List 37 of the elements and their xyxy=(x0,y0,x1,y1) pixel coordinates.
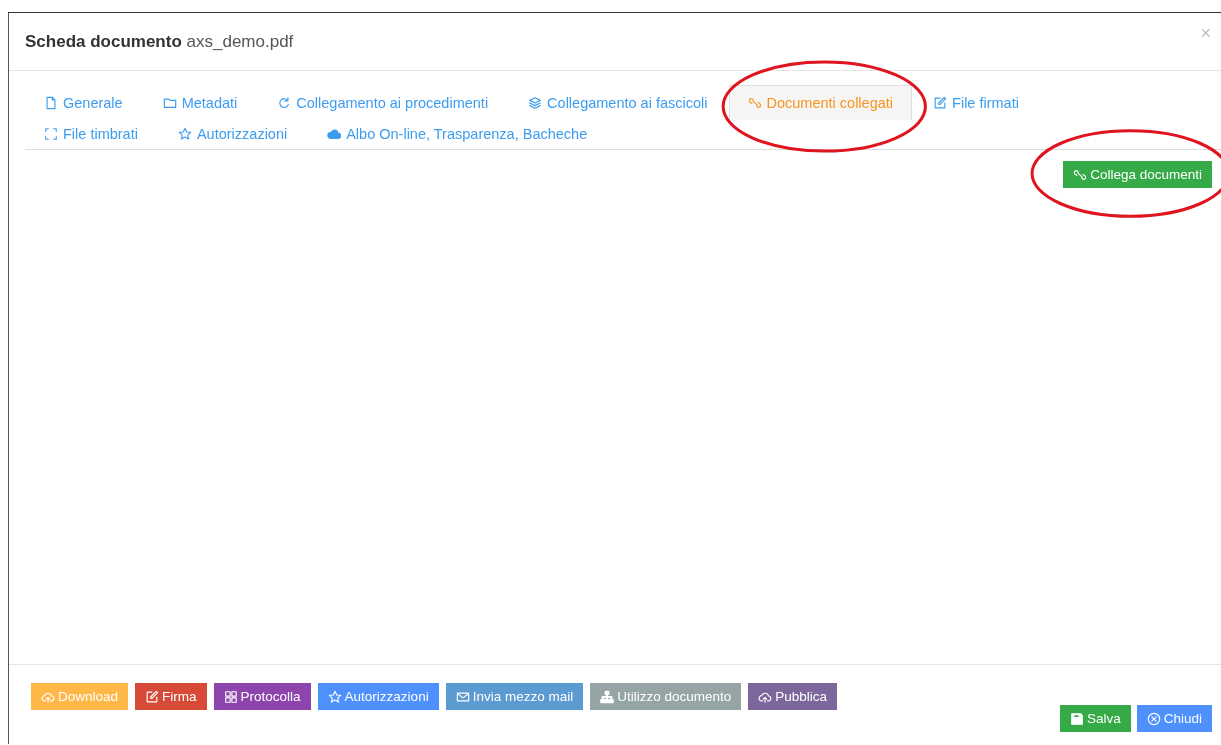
footer-button[interactable]: Protocolla xyxy=(213,683,311,710)
footer-button[interactable]: Pubblica xyxy=(748,683,838,710)
tab[interactable]: File timbrati xyxy=(25,120,157,149)
footer-button[interactable]: Autorizzazioni xyxy=(317,683,439,710)
link-documents-button[interactable]: Collega documenti xyxy=(1063,161,1212,188)
folder-icon xyxy=(162,96,177,110)
close-icon xyxy=(1146,711,1161,726)
tab[interactable]: Collegamento ai fascicoli xyxy=(509,85,727,120)
edit-icon xyxy=(933,96,948,110)
dialog-title: Scheda documento axs_demo.pdf xyxy=(25,31,294,52)
envelope-icon xyxy=(455,689,470,704)
save-button[interactable]: Salva xyxy=(1059,705,1131,732)
file-icon xyxy=(44,96,58,110)
tab[interactable]: Albo On-line, Trasparenza, Bacheche xyxy=(308,120,607,149)
cloud-icon xyxy=(327,127,342,141)
tab[interactable]: Documenti collegati xyxy=(728,85,913,120)
layers-icon xyxy=(528,96,543,110)
footer-button[interactable]: Firma xyxy=(135,683,207,710)
edit-icon xyxy=(145,689,160,704)
close-button[interactable]: × xyxy=(1200,23,1211,44)
tab[interactable]: Collegamento ai procedimenti xyxy=(258,85,508,120)
tab[interactable]: Autorizzazioni xyxy=(158,120,307,149)
frame-icon xyxy=(44,127,58,141)
tab[interactable]: File firmati xyxy=(914,85,1038,120)
footer-button[interactable]: Download xyxy=(31,683,129,710)
refresh-icon xyxy=(277,96,292,110)
link-icon xyxy=(747,96,762,110)
tab[interactable]: Metadati xyxy=(143,85,257,120)
grid-icon xyxy=(223,689,238,704)
tab[interactable]: Generale xyxy=(25,85,142,120)
star-icon xyxy=(177,127,192,141)
footer-button[interactable]: Utilizzo documento xyxy=(590,683,742,710)
link-icon xyxy=(1073,167,1088,182)
sitemap-icon xyxy=(600,689,615,704)
close-dialog-button[interactable]: Chiudi xyxy=(1136,705,1212,732)
footer-button[interactable]: Invia mezzo mail xyxy=(445,683,584,710)
star-icon xyxy=(327,689,342,704)
